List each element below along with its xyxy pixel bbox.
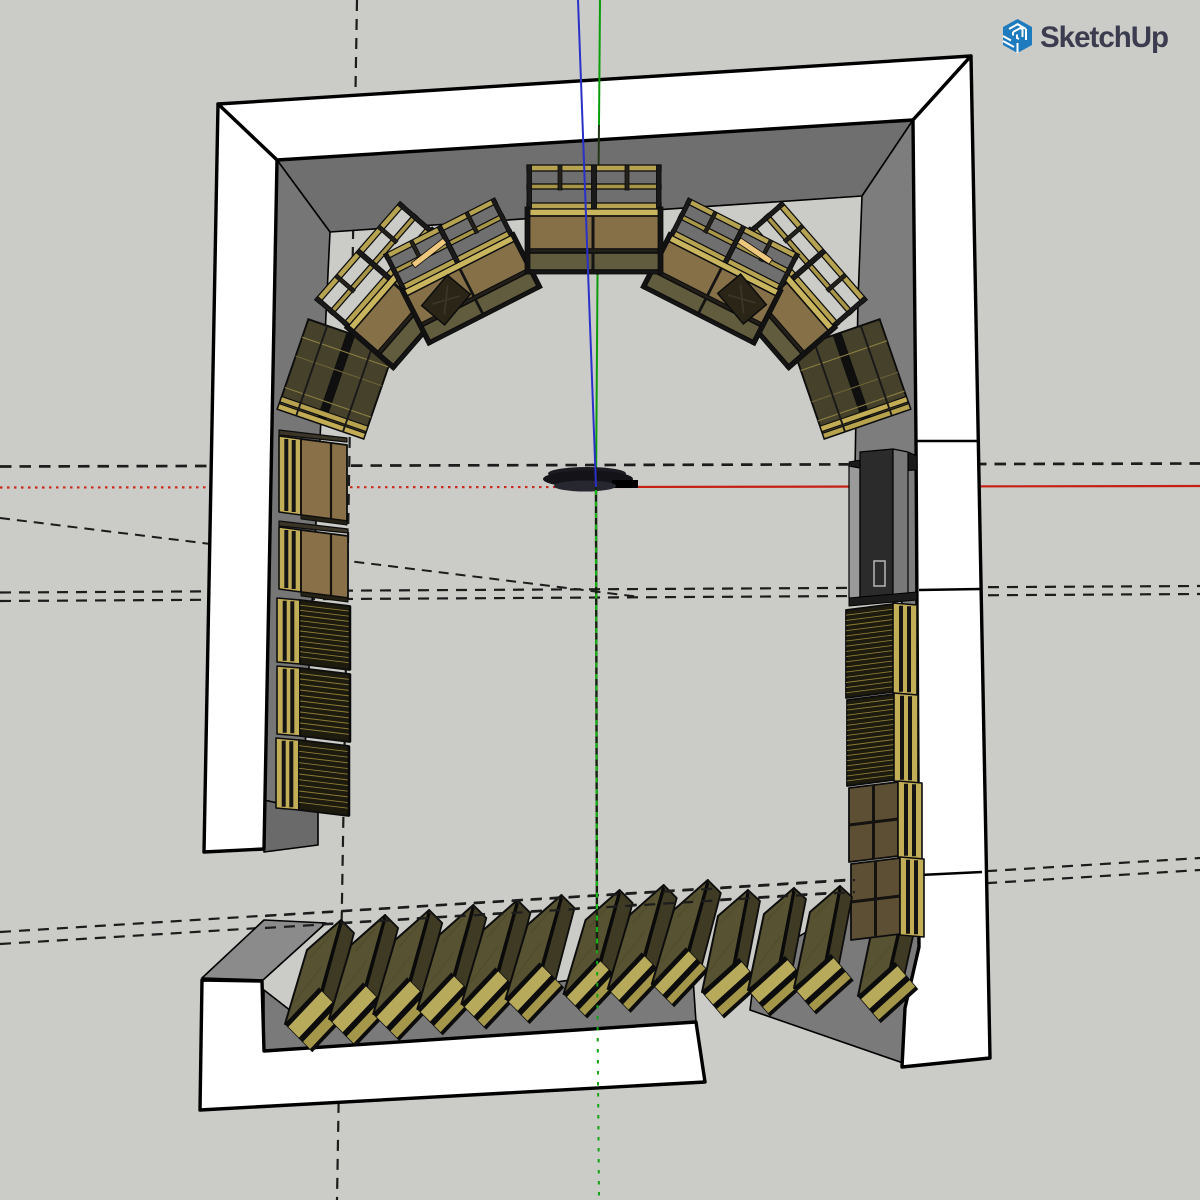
svg-text:SketchUp: SketchUp bbox=[1040, 21, 1168, 54]
